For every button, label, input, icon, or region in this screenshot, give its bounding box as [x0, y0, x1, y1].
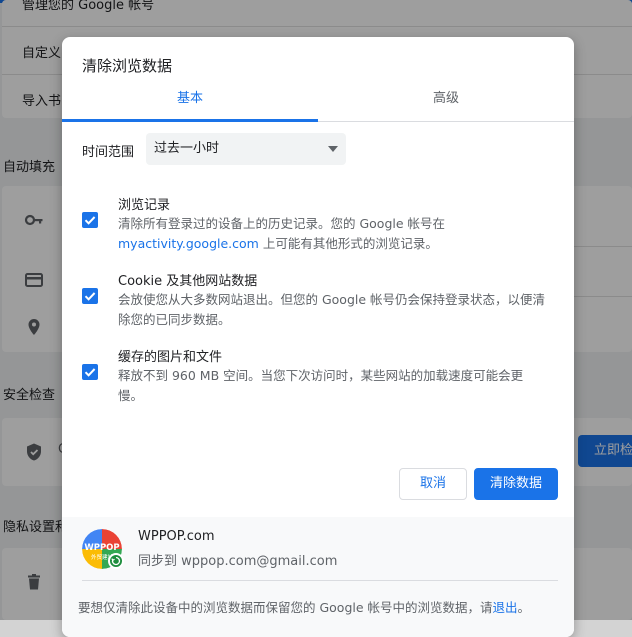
time-range-value: 过去一小时: [154, 141, 220, 156]
account-name: WPPOP.com: [138, 529, 215, 544]
clear-data-button[interactable]: 清除数据: [474, 468, 558, 500]
tab-basic[interactable]: 基本: [62, 85, 318, 121]
cookies-desc: 会放使您从大多数网站退出。但您的 Google 帐号仍会保持登录状态，以便清除您…: [118, 292, 546, 327]
active-tab-indicator: [62, 119, 318, 122]
sign-out-note-text: 要想仅清除此设备中的浏览数据而保留您的 Google 帐号中的浏览数据，请: [78, 600, 493, 615]
sign-out-note: 要想仅清除此设备中的浏览数据而保留您的 Google 帐号中的浏览数据，请退出。: [78, 597, 530, 616]
clear-browsing-data-dialog: 清除浏览数据 基本 高级 时间范围 过去一小时 浏览记录 清除所有登录过的设备上…: [62, 37, 574, 637]
browsing-history-desc-text: 清除所有登录过的设备上的历史记录。您的 Google 帐号在: [118, 216, 446, 231]
checkmark-icon: [84, 368, 96, 377]
cancel-button[interactable]: 取消: [399, 468, 467, 500]
browsing-history-desc: 清除所有登录过的设备上的历史记录。您的 Google 帐号在 myactivity…: [118, 214, 548, 254]
svg-text:WPPOP: WPPOP: [84, 543, 119, 553]
browsing-history-desc-tail: 上可能有其他形式的浏览记录。: [258, 236, 438, 251]
cookies-title: Cookie 及其他网站数据: [118, 274, 258, 289]
footer-divider: [82, 580, 558, 581]
time-range-label: 时间范围: [82, 145, 135, 160]
cookies-checkbox[interactable]: [82, 288, 98, 304]
checkmark-icon: [84, 292, 96, 301]
checkmark-icon: [84, 216, 96, 225]
tab-bar: 基本 高级: [62, 85, 574, 122]
cached-images-desc: 释放不到 960 MB 空间。当您下次访问时，某些网站的加载速度可能会更慢。: [118, 368, 524, 403]
time-range-select[interactable]: 过去一小时: [146, 133, 346, 165]
sign-out-link[interactable]: 退出: [493, 600, 518, 615]
browsing-history-checkbox[interactable]: [82, 212, 98, 228]
tab-advanced[interactable]: 高级: [318, 85, 574, 121]
account-footer: WPPOP 外贸建站 WPPOP.com 同步到 wppop.com@gmail…: [62, 517, 574, 637]
cached-images-title: 缓存的图片和文件: [118, 350, 223, 365]
cached-images-checkbox[interactable]: [82, 364, 98, 380]
myactivity-link[interactable]: myactivity.google.com: [118, 236, 259, 251]
browsing-history-title: 浏览记录: [118, 198, 171, 213]
sign-out-note-tail: 。: [517, 600, 531, 615]
dropdown-arrow-icon: [328, 146, 338, 152]
sync-badge-icon: [108, 553, 124, 569]
sync-icon: [111, 556, 121, 566]
dialog-title: 清除浏览数据: [82, 57, 173, 75]
account-sync-status: 同步到 wppop.com@gmail.com: [138, 554, 338, 569]
